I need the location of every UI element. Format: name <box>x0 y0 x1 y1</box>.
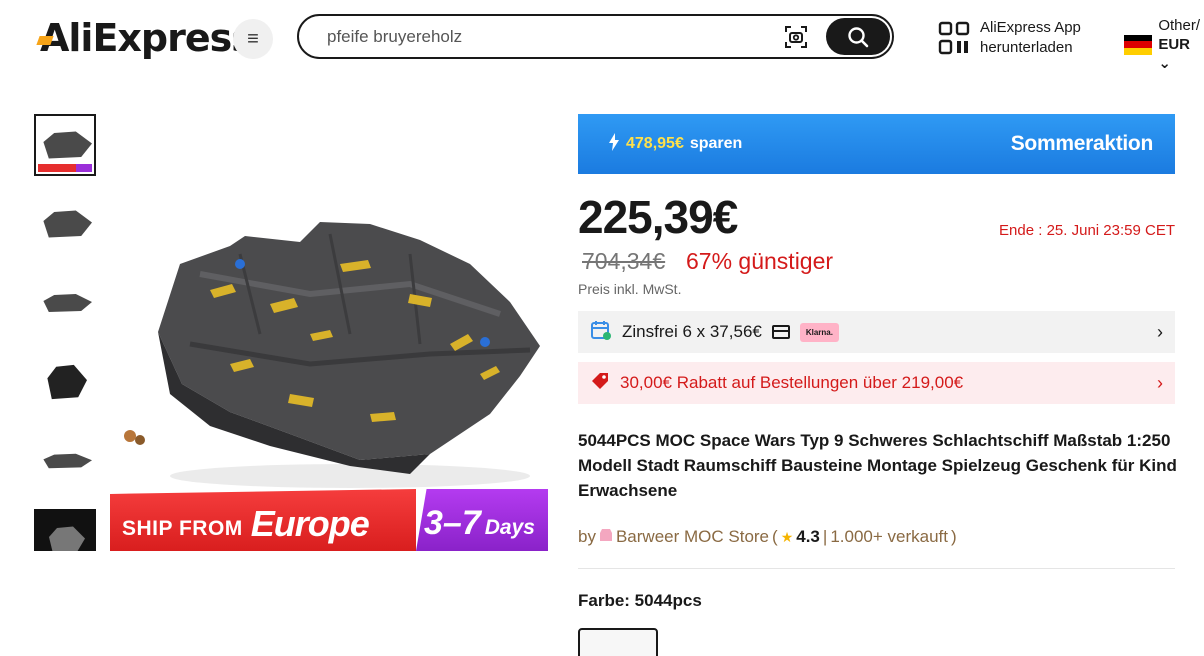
color-swatch-5044pcs[interactable] <box>578 628 658 656</box>
shipping-banner: SHIP FROM Europe 3–7 Days <box>110 489 548 551</box>
sold-count: 1.000+ verkauft <box>830 527 948 546</box>
installment-text: Zinsfrei 6 x 37,56€ <box>622 322 762 341</box>
currency-label: EUR <box>1158 36 1190 53</box>
thumbnail-image <box>49 526 85 551</box>
qr-code-icon <box>938 21 970 55</box>
store-info[interactable]: by Barweer MOC Store ( ★ 4.3 | 1.000+ ve… <box>578 527 957 547</box>
chevron-right-icon: › <box>1157 372 1163 393</box>
header: AliExpress ≡ AliExpress <box>0 0 1204 80</box>
app-download-link[interactable]: AliExpress App herunterladen <box>938 18 1081 58</box>
delivery-days-label: Days <box>484 516 535 539</box>
sale-end-time: Ende : 25. Juni 23:59 CET <box>999 222 1175 239</box>
store-rating: 4.3 <box>796 527 820 546</box>
ship-origin-label: Europe <box>250 503 370 544</box>
main-product-image[interactable]: SHIP FROM Europe 3–7 Days <box>110 114 548 551</box>
color-label: Farbe: 5044pcs <box>578 591 702 610</box>
savings-info: 478,95€ sparen <box>608 132 743 156</box>
lightning-icon <box>608 132 620 156</box>
thumbnail-6[interactable] <box>34 509 96 551</box>
app-download-line1: AliExpress App <box>980 19 1081 36</box>
store-icon <box>599 527 613 547</box>
coupon-text: 30,00€ Rabatt auf Bestellungen über 219,… <box>620 373 964 392</box>
divider <box>578 568 1175 569</box>
credit-card-icon <box>771 325 790 339</box>
store-name[interactable]: Barweer MOC Store <box>616 527 769 547</box>
image-search-icon[interactable] <box>783 24 809 50</box>
coupon-tag-icon <box>590 371 610 396</box>
vat-note: Preis inkl. MwSt. <box>578 281 682 297</box>
chevron-right-icon: › <box>1157 321 1163 342</box>
savings-label: sparen <box>689 135 743 152</box>
thumbnail-image <box>43 210 92 238</box>
sale-end-value: 25. Juni 23:59 CET <box>1046 222 1175 239</box>
separator: | <box>822 527 828 546</box>
thumbnail-list <box>34 114 96 551</box>
original-price: 704,34€ <box>582 248 666 274</box>
thumbnail-5[interactable] <box>34 430 96 492</box>
search-bar <box>297 14 894 59</box>
germany-flag-icon <box>1124 34 1153 55</box>
search-icon <box>848 26 869 47</box>
app-download-line2: herunterladen <box>980 39 1073 56</box>
hamburger-icon: ≡ <box>247 27 259 50</box>
calendar-icon <box>590 319 612 346</box>
ship-from-banner: SHIP FROM Europe <box>110 489 416 551</box>
klarna-badge: Klarna. <box>799 322 839 342</box>
thumbnail-image <box>43 294 92 312</box>
menu-button[interactable]: ≡ <box>233 19 273 59</box>
promo-title: Sommeraktion <box>1010 132 1154 155</box>
sale-end-label: Ende : <box>999 222 1043 239</box>
paren-close: ) <box>950 527 957 546</box>
thumbnail-image <box>47 364 87 400</box>
thumbnail-image <box>43 131 92 159</box>
spaceship-model-image <box>124 222 540 474</box>
region-label: Other/ <box>1158 17 1200 34</box>
star-icon: ★ <box>780 528 794 545</box>
search-input[interactable] <box>327 16 767 57</box>
thumbnail-4[interactable] <box>34 351 96 413</box>
chevron-down-icon: ⌄ <box>1158 55 1171 72</box>
delivery-days-value: 3–7 <box>424 504 481 542</box>
by-label: by <box>578 527 596 546</box>
thumbnail-image <box>43 453 92 469</box>
paren-open: ( <box>772 527 778 546</box>
thumbnail-banner <box>38 164 92 172</box>
savings-amount: 478,95€ <box>626 135 684 152</box>
locale-selector[interactable]: Other/ EUR ⌄ <box>1124 16 1204 73</box>
thumbnail-2[interactable] <box>34 193 96 255</box>
promo-banner: 478,95€ sparen Sommeraktion <box>578 114 1175 174</box>
search-button[interactable] <box>826 18 890 55</box>
installment-row[interactable]: Zinsfrei 6 x 37,56€ Klarna. › <box>578 311 1175 353</box>
discount-label: 67% günstiger <box>686 248 834 274</box>
coupon-row[interactable]: 30,00€ Rabatt auf Bestellungen über 219,… <box>578 362 1175 404</box>
current-price: 225,39€ <box>578 191 738 243</box>
aliexpress-logo[interactable]: AliExpress <box>40 16 254 60</box>
thumbnail-1[interactable] <box>34 114 96 176</box>
ship-from-label: SHIP FROM <box>122 517 243 540</box>
thumbnail-3[interactable] <box>34 272 96 334</box>
delivery-days-banner: 3–7 Days <box>416 489 548 551</box>
product-title: 5044PCS MOC Space Wars Typ 9 Schweres Sc… <box>578 431 1177 500</box>
